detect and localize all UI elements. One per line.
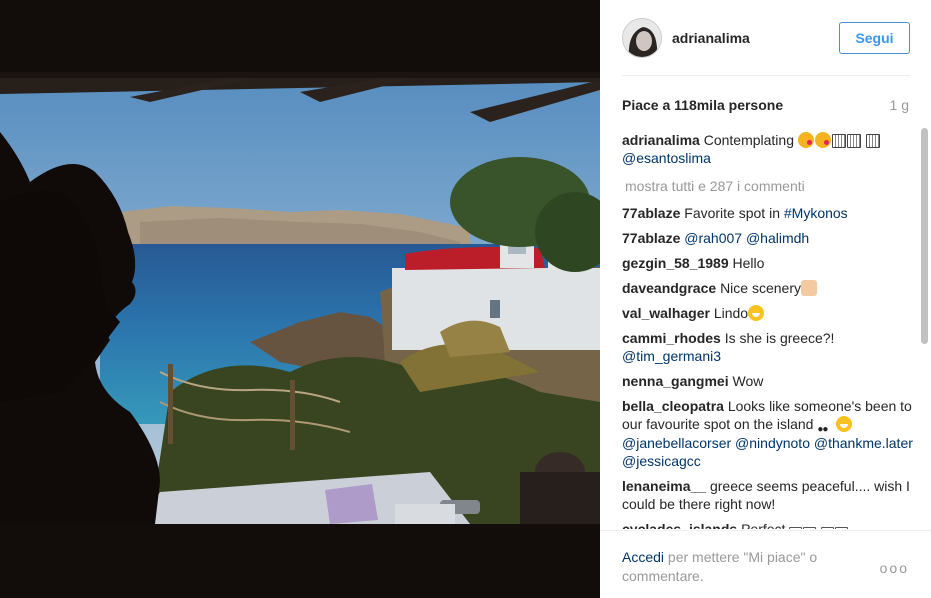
flag-r-icon: R [803,527,817,529]
comment-user[interactable]: 77ablaze [622,230,680,246]
comment-item: 77ablaze @rah007 @halimdh [622,229,913,247]
smile-emoji-icon [836,416,853,432]
username-link[interactable]: adrianalima [672,30,839,46]
flag-g-icon: G [821,527,835,529]
post-sidebar: adrianalima Segui Piace a 118mila person… [600,0,931,598]
comment-item: daveandgrace Nice scenery [622,279,913,297]
login-link[interactable]: Accedi [622,549,664,565]
post-age[interactable]: 1 g [890,97,909,113]
comment-text: Lindo [713,305,749,321]
kiss-emoji-icon [814,132,831,148]
comment-item: cammi_rhodes Is she is greece?! @tim_ger… [622,329,913,365]
comment-item: bella_cleopatra Looks like someone's bee… [622,397,913,470]
avatar-image [623,18,661,57]
comment-text: Nice scenery [720,280,801,296]
avatar[interactable] [622,17,662,58]
comment-text: Favorite spot in [684,205,780,221]
eyes-emoji-icon [817,418,835,434]
show-all-comments-link[interactable]: mostra tutti e 287 i commenti [625,177,913,195]
flag-g-icon: G [789,527,803,529]
login-footer: Accedi per mettere "Mi piace" o commenta… [600,530,931,598]
caption-mention[interactable]: @esantoslima [622,150,711,166]
caption-user[interactable]: adrianalima [622,132,700,148]
missing-glyph-icon [865,134,880,148]
likes-row: Piace a 118mila persone 1 g [622,92,909,118]
comment-item: lenaneima__ greece seems peaceful.... wi… [622,477,913,513]
scrollbar-thumb[interactable] [921,128,928,344]
follow-button[interactable]: Segui [839,21,910,54]
comment-item: 77ablaze Favorite spot in #Mykonos [622,204,913,222]
post-header: adrianalima Segui [600,0,931,76]
likes-count[interactable]: Piace a 118mila persone [622,97,783,113]
comment-user[interactable]: nenna_gangmei [622,373,729,389]
caption: adrianalima Contemplating @esantoslima [622,131,913,167]
comments-list: adrianalima Contemplating @esantoslima m… [622,131,913,529]
comment-text: Perfect [741,521,786,529]
comment-user[interactable]: daveandgrace [622,280,716,296]
comment-user[interactable]: cammi_rhodes [622,330,721,346]
comment-user[interactable]: bella_cleopatra [622,398,724,414]
photo-scene [0,72,600,524]
post-photo [0,72,600,524]
more-options-icon[interactable]: ooo [880,559,909,578]
photo-pane [0,0,600,598]
comment-text: Wow [732,373,764,389]
login-prompt: Accedi per mettere "Mi piace" o commenta… [622,548,852,586]
comment-item: cyclades_islands Perfect GR GR [622,520,913,529]
comment-text: Hello [732,255,765,271]
comment-item: gezgin_58_1989 Hello [622,254,913,272]
comment-text: Is she is greece?! [724,330,835,346]
missing-glyph-icon [831,134,846,148]
comment-hashtag[interactable]: #Mykonos [784,205,848,221]
comment-user[interactable]: gezgin_58_1989 [622,255,729,271]
kiss-emoji-icon [797,132,814,148]
grin-emoji-icon [748,305,765,321]
comment-mention[interactable]: @tim_germani3 [622,348,721,364]
comments-scrollbar[interactable] [919,126,929,528]
thumbs-up-emoji-icon [800,280,817,296]
caption-text: Contemplating [703,132,794,148]
comment-item: val_walhager Lindo [622,304,913,322]
post-header-inner: adrianalima Segui [622,0,910,76]
flag-r-icon: R [835,527,849,529]
comment-user[interactable]: val_walhager [622,305,710,321]
comment-user[interactable]: 77ablaze [622,205,680,221]
comment-user[interactable]: lenaneima__ [622,478,706,494]
comment-item: nenna_gangmei Wow [622,372,913,390]
comment-mention[interactable]: @janebellacorser @nindynoto @thankme.lat… [622,435,913,469]
comment-mention[interactable]: @rah007 @halimdh [684,230,809,246]
comment-user[interactable]: cyclades_islands [622,521,737,529]
missing-glyph-icon [846,134,861,148]
